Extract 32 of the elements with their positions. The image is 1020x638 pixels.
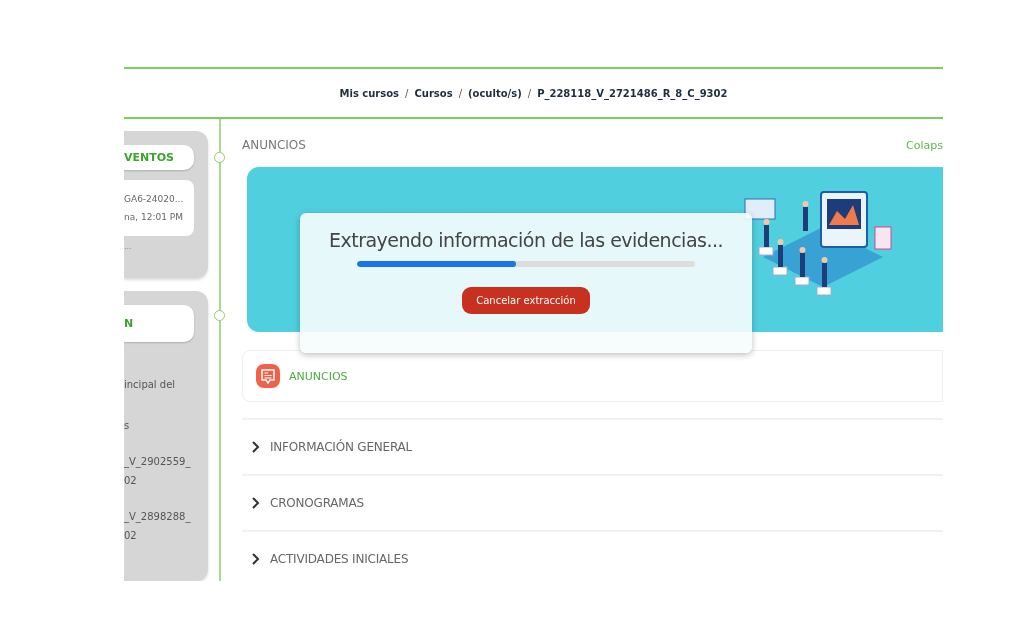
- breadcrumb-link[interactable]: Mis cursos: [339, 87, 400, 99]
- section-row[interactable]: CRONOGRAMAS: [242, 474, 943, 530]
- course-link[interactable]: 02: [124, 526, 194, 545]
- event-text: GA6-24020...: [124, 193, 185, 206]
- section-row[interactable]: INFORMACIÓN GENERAL: [242, 418, 943, 474]
- course-link[interactable]: s: [124, 416, 194, 435]
- timeline-node: [214, 310, 225, 321]
- section-title[interactable]: ACTIVIDADES INICIALES: [270, 552, 409, 566]
- breadcrumb-separator: /: [458, 87, 462, 99]
- section-label: ANUNCIOS: [242, 138, 306, 152]
- forum-icon: [255, 363, 281, 389]
- chevron-right-icon[interactable]: [250, 497, 260, 509]
- dialog-message: Extrayendo información de las evidencias...: [328, 229, 724, 251]
- event-text: na, 12:01 PM: [124, 211, 184, 224]
- course-link[interactable]: _V_2898288_: [124, 508, 194, 527]
- section-title[interactable]: INFORMACIÓN GENERAL: [270, 440, 413, 454]
- chevron-right-icon[interactable]: [250, 441, 260, 453]
- course-link[interactable]: 02: [124, 471, 194, 490]
- section-row[interactable]: ACTIVIDADES INICIALES: [242, 530, 943, 581]
- timeline-node: [214, 152, 225, 163]
- block-heading: N: [124, 305, 194, 342]
- breadcrumb-link[interactable]: P_228118_V_2721486_R_8_C_9302: [537, 87, 728, 99]
- cancel-button[interactable]: Cancelar extracción: [462, 287, 590, 314]
- breadcrumb-link[interactable]: Cursos: [414, 87, 453, 99]
- breadcrumb-separator: /: [405, 87, 409, 99]
- section-title[interactable]: CRONOGRAMAS: [270, 496, 364, 510]
- breadcrumb-separator: /: [527, 87, 532, 99]
- block-heading: VENTOS: [124, 145, 194, 170]
- course-link[interactable]: incipal del: [124, 376, 194, 395]
- course-link[interactable]: _V_2902559_: [124, 453, 194, 472]
- chevron-right-icon[interactable]: [250, 553, 260, 565]
- breadcrumb-link[interactable]: (oculto/s): [468, 87, 522, 99]
